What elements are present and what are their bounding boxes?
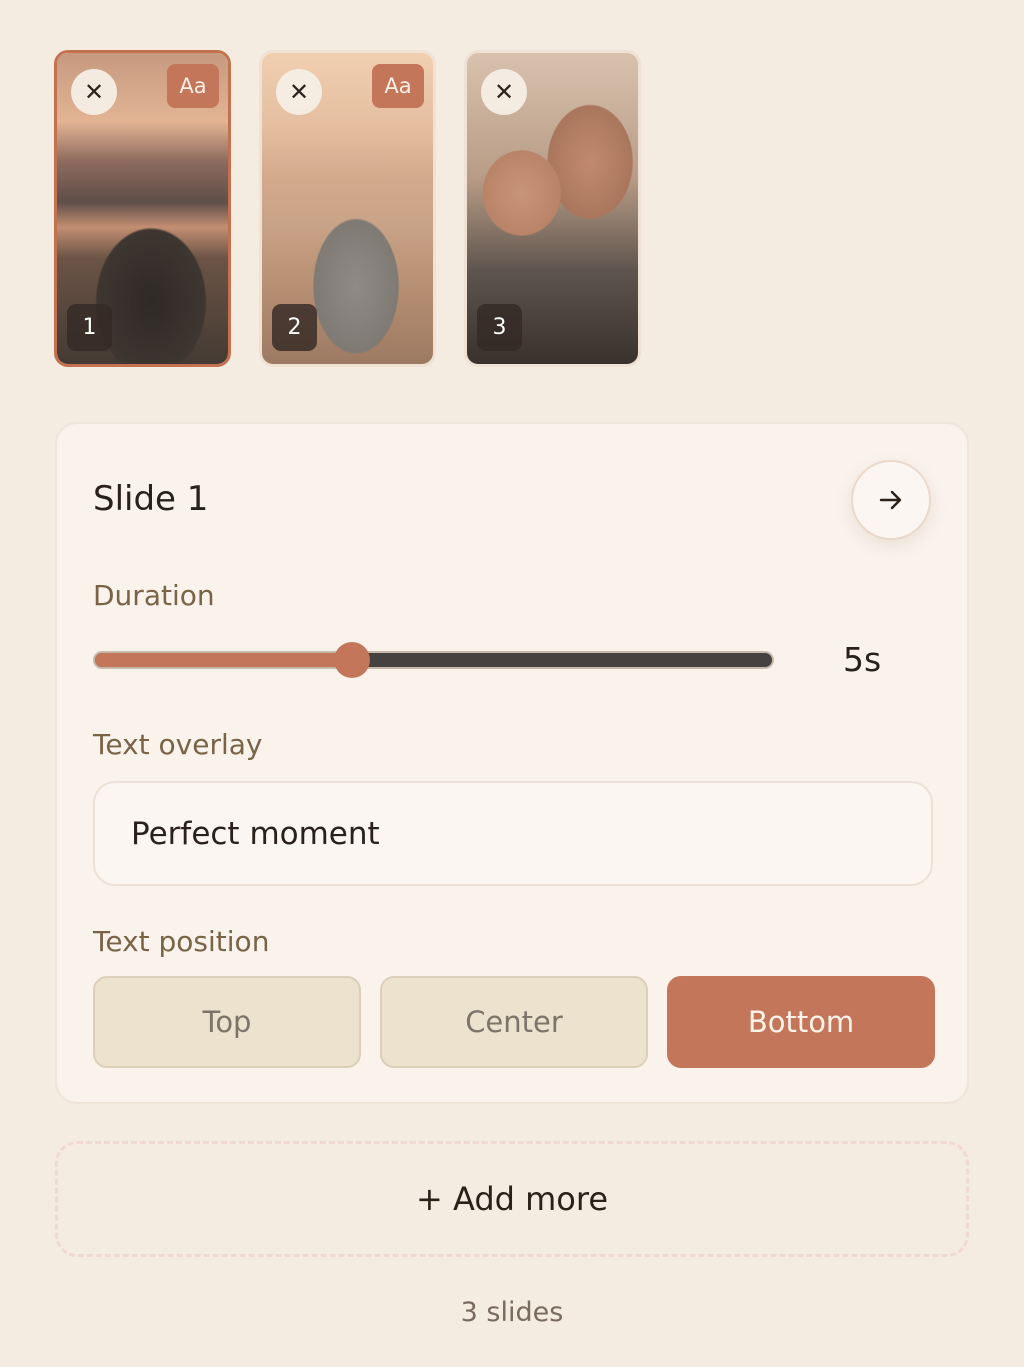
duration-slider[interactable]	[93, 651, 774, 669]
next-slide-button[interactable]	[851, 460, 931, 540]
thumbnail-strip: ✕ Aa 1 ✕ Aa 2 ✕ 3	[54, 50, 641, 367]
arrow-right-icon	[879, 490, 902, 510]
text-badge: Aa	[167, 64, 219, 108]
slide-count: 3 slides	[460, 1297, 564, 1328]
duration-label: Duration	[93, 579, 215, 612]
text-position-group: Top Center Bottom	[93, 976, 935, 1068]
close-icon[interactable]: ✕	[71, 69, 117, 115]
slideshow-editor: ✕ Aa 1 ✕ Aa 2 ✕ 3 Slide 1 Duration 5s Te…	[0, 0, 1024, 1367]
duration-slider-handle[interactable]	[333, 642, 370, 678]
close-icon[interactable]: ✕	[276, 69, 322, 115]
position-bottom-button[interactable]: Bottom	[667, 976, 935, 1068]
slide-title: Slide 1	[93, 479, 209, 519]
slide-number-badge: 1	[67, 304, 112, 351]
position-top-button[interactable]: Top	[93, 976, 361, 1068]
slide-number-badge: 3	[477, 304, 522, 351]
duration-slider-fill	[95, 653, 353, 667]
text-badge: Aa	[372, 64, 424, 108]
thumbnail-2[interactable]: ✕ Aa 2	[259, 50, 436, 367]
add-more-button[interactable]: + Add more	[55, 1141, 969, 1257]
duration-value: 5s	[843, 640, 882, 679]
thumbnail-3[interactable]: ✕ 3	[464, 50, 641, 367]
slide-settings-card: Slide 1 Duration 5s Text overlay Perfect…	[55, 422, 969, 1104]
position-center-button[interactable]: Center	[380, 976, 648, 1068]
thumbnail-1[interactable]: ✕ Aa 1	[54, 50, 231, 367]
close-icon[interactable]: ✕	[481, 69, 527, 115]
slide-number-badge: 2	[272, 304, 317, 351]
text-overlay-input[interactable]: Perfect moment	[93, 781, 933, 886]
text-position-label: Text position	[93, 925, 270, 958]
text-overlay-label: Text overlay	[93, 728, 263, 761]
